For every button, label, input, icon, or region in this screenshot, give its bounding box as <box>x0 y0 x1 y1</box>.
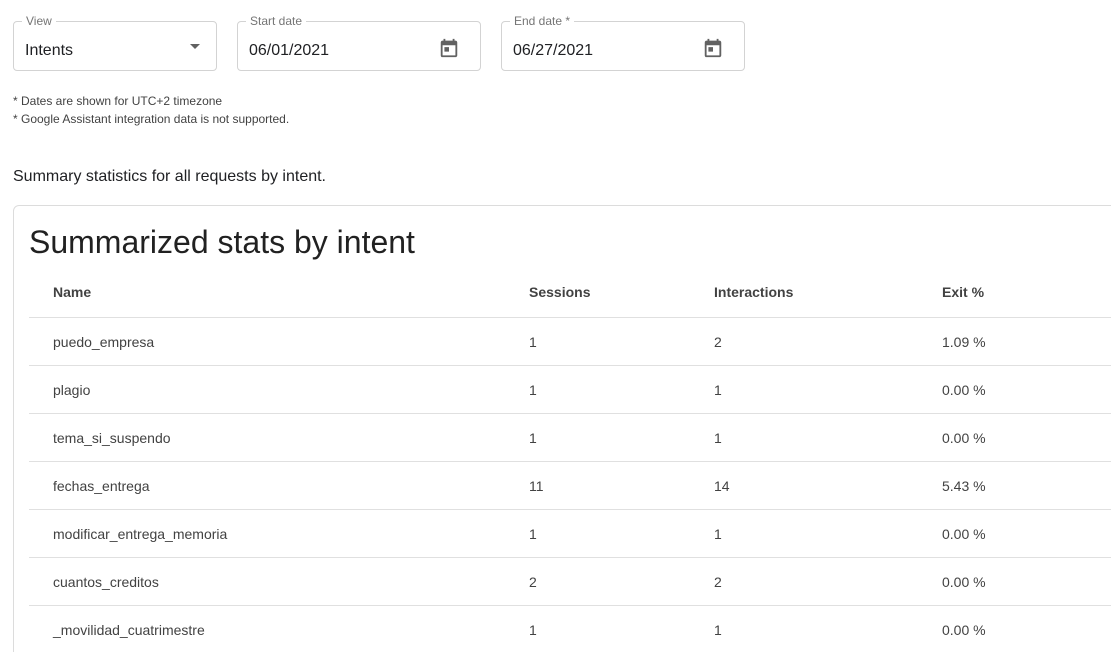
start-date-label: Start date <box>246 15 307 28</box>
intent-name: plagio <box>29 365 529 414</box>
chevron-down-icon[interactable] <box>190 44 200 49</box>
end-date-label: End date * <box>510 15 575 28</box>
column-header-exit[interactable]: Exit % <box>942 266 1111 318</box>
end-date-field[interactable]: End date * 06/27/2021 <box>501 15 745 71</box>
calendar-icon[interactable] <box>438 37 460 59</box>
intent-name: puedo_empresa <box>29 317 529 366</box>
end-date-value: 06/27/2021 <box>513 42 594 59</box>
view-select[interactable]: View Intents <box>13 15 217 71</box>
interactions-count: 1 <box>714 413 942 462</box>
calendar-icon[interactable] <box>702 37 724 59</box>
intent-name: _movilidad_cuatrimestre <box>29 605 529 652</box>
interactions-count: 1 <box>714 509 942 558</box>
sessions-count: 1 <box>529 413 714 462</box>
table-row[interactable]: tema_si_suspendo 1 1 0.00 % <box>29 413 1111 462</box>
timezone-note: * Dates are shown for UTC+2 timezone <box>13 94 223 108</box>
sessions-count: 1 <box>529 509 714 558</box>
intent-stats-table: Name Sessions Interactions Exit % puedo_… <box>29 266 1111 652</box>
interactions-count: 1 <box>714 605 942 652</box>
view-value: Intents <box>25 42 74 59</box>
sessions-count: 1 <box>529 317 714 366</box>
table-row[interactable]: fechas_entrega 11 14 5.43 % <box>29 461 1111 510</box>
view-label: View <box>22 15 56 28</box>
intents-stats-page: View Intents Start date 06/01/2021 End d… <box>0 0 1111 652</box>
interactions-count: 14 <box>714 461 942 510</box>
sessions-count: 2 <box>529 557 714 606</box>
table-row[interactable]: puedo_empresa 1 2 1.09 % <box>29 317 1111 366</box>
exit-percent: 5.43 % <box>942 461 1111 510</box>
card-title: Summarized stats by intent <box>29 224 415 260</box>
start-date-field[interactable]: Start date 06/01/2021 <box>237 15 481 71</box>
intent-name: cuantos_creditos <box>29 557 529 606</box>
interactions-count: 2 <box>714 317 942 366</box>
assistant-note: * Google Assistant integration data is n… <box>13 112 290 126</box>
intent-stats-card: Summarized stats by intent Name Sessions… <box>13 205 1111 652</box>
sessions-count: 1 <box>529 605 714 652</box>
exit-percent: 0.00 % <box>942 413 1111 462</box>
exit-percent: 1.09 % <box>942 317 1111 366</box>
start-date-value: 06/01/2021 <box>249 42 330 59</box>
exit-percent: 0.00 % <box>942 605 1111 652</box>
exit-percent: 0.00 % <box>942 509 1111 558</box>
table-header-row: Name Sessions Interactions Exit % <box>29 266 1111 318</box>
intent-name: fechas_entrega <box>29 461 529 510</box>
column-header-sessions[interactable]: Sessions <box>529 266 714 318</box>
timezone-notes: * Dates are shown for UTC+2 timezone * G… <box>13 92 289 128</box>
exit-percent: 0.00 % <box>942 557 1111 606</box>
exit-percent: 0.00 % <box>942 365 1111 414</box>
column-header-interactions[interactable]: Interactions <box>714 266 942 318</box>
table-row[interactable]: cuantos_creditos 2 2 0.00 % <box>29 557 1111 606</box>
intent-name: tema_si_suspendo <box>29 413 529 462</box>
table-row[interactable]: _movilidad_cuatrimestre 1 1 0.00 % <box>29 605 1111 652</box>
sessions-count: 1 <box>529 365 714 414</box>
sessions-count: 11 <box>529 461 714 510</box>
table-row[interactable]: plagio 1 1 0.00 % <box>29 365 1111 414</box>
summary-description: Summary statistics for all requests by i… <box>13 168 326 185</box>
intent-name: modificar_entrega_memoria <box>29 509 529 558</box>
table-row[interactable]: modificar_entrega_memoria 1 1 0.00 % <box>29 509 1111 558</box>
column-header-name[interactable]: Name <box>29 266 529 318</box>
interactions-count: 2 <box>714 557 942 606</box>
interactions-count: 1 <box>714 365 942 414</box>
